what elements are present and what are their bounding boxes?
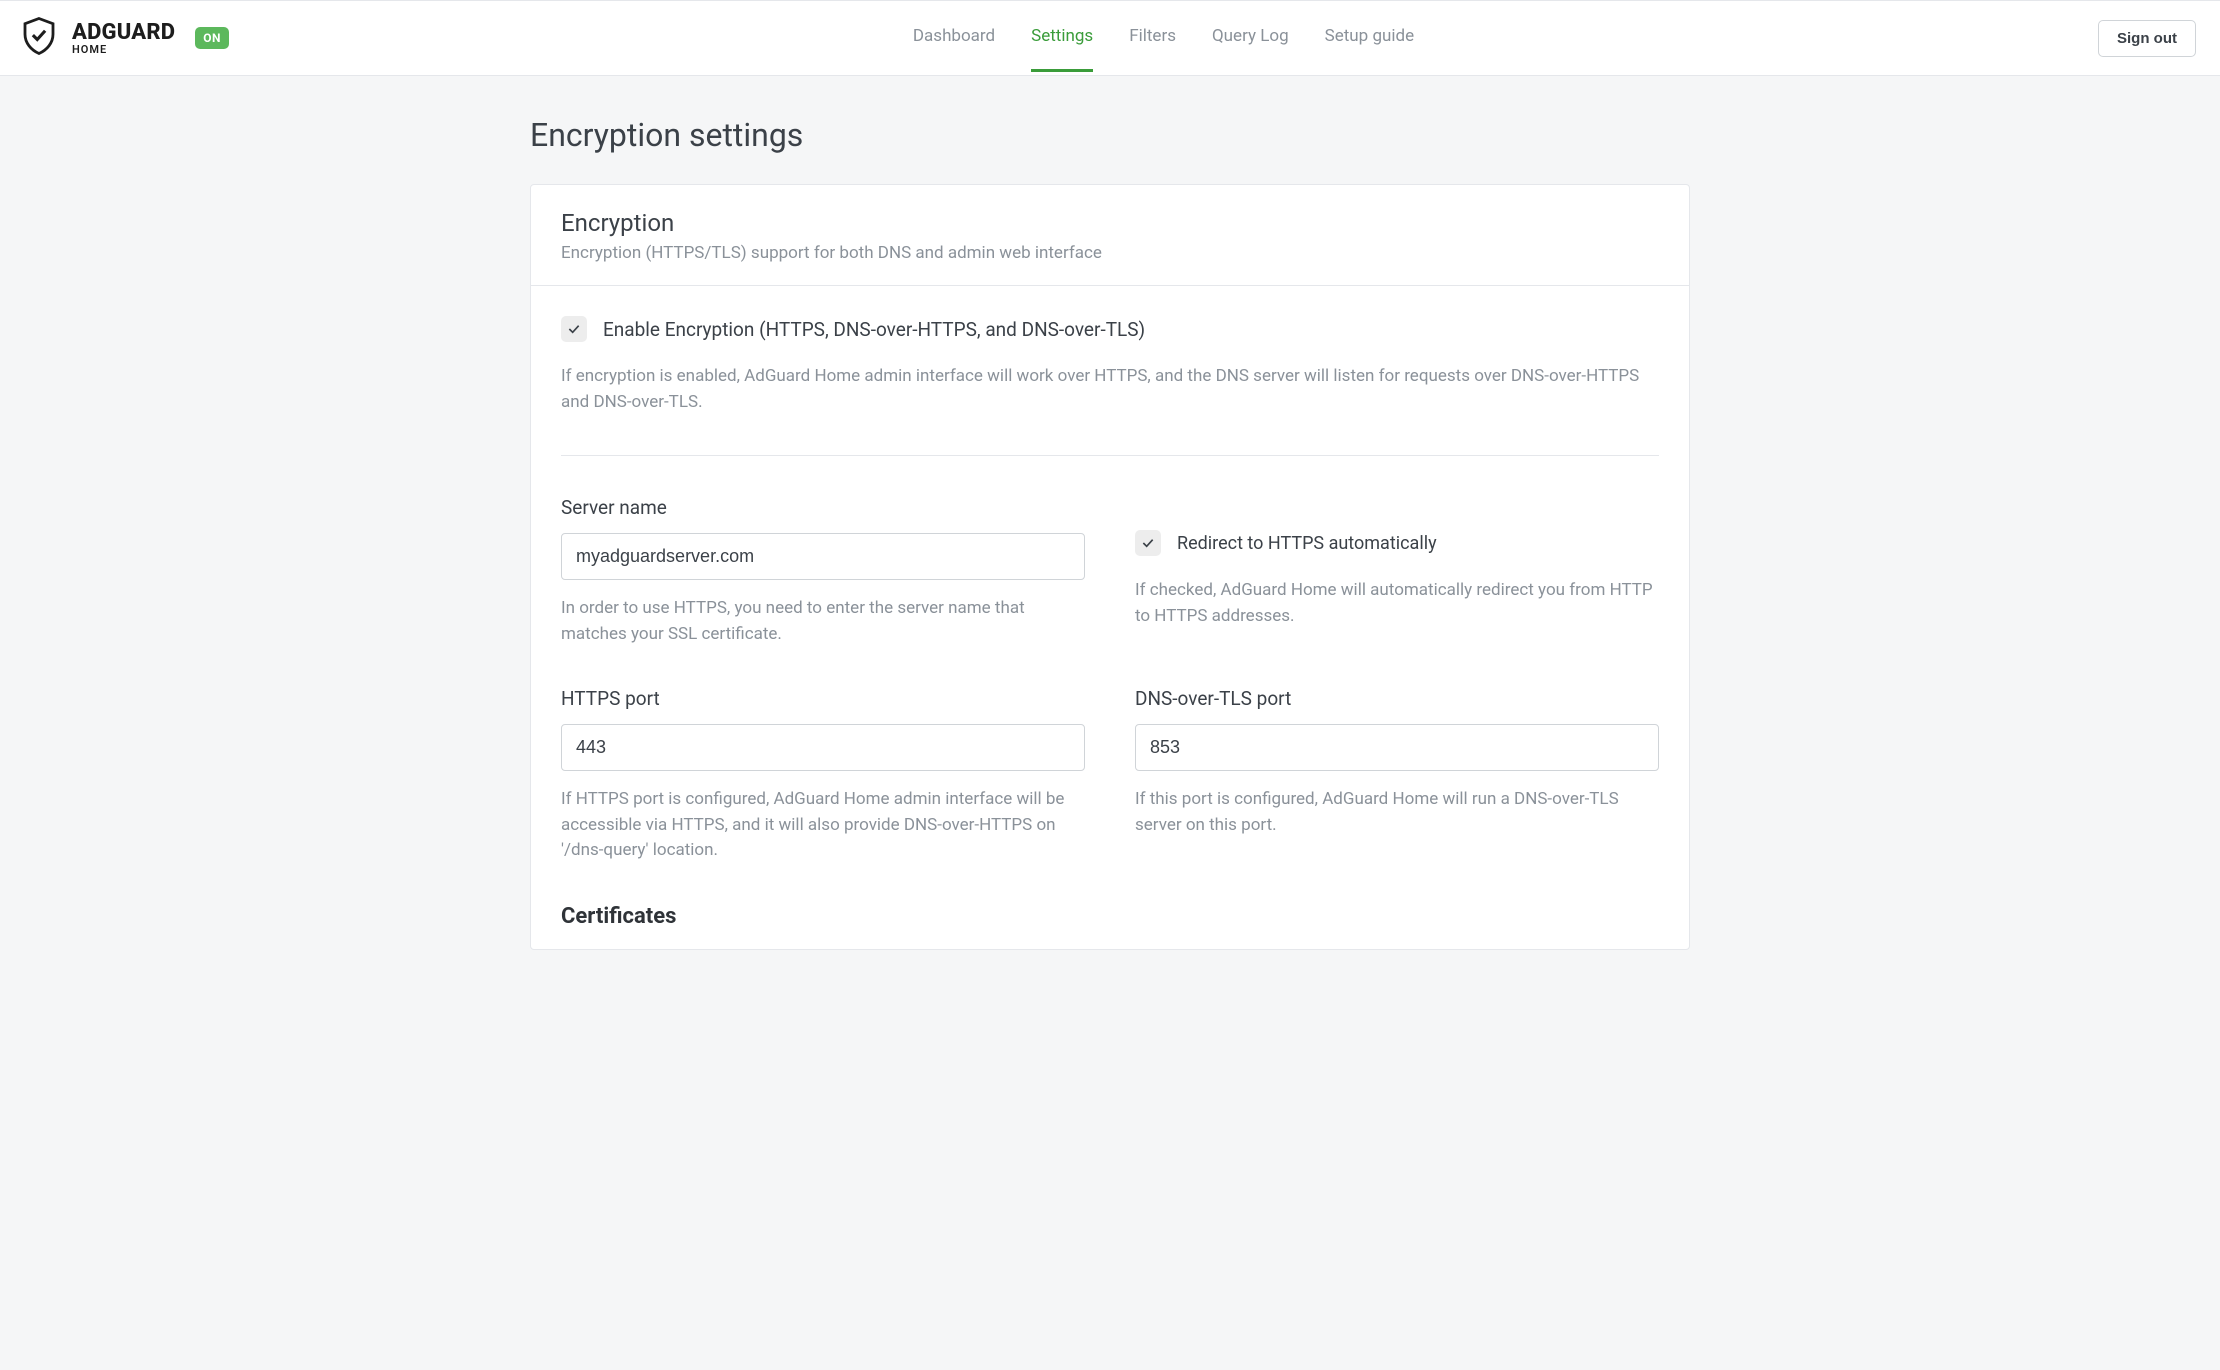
encryption-card: Encryption Encryption (HTTPS/TLS) suppor… xyxy=(530,184,1690,950)
redirect-https-help: If checked, AdGuard Home will automatica… xyxy=(1135,578,1659,629)
page-title: Encryption settings xyxy=(530,116,1690,154)
https-port-input[interactable] xyxy=(561,724,1085,771)
redirect-https-checkbox[interactable] xyxy=(1135,530,1161,556)
certificates-heading: Certificates xyxy=(561,904,1659,929)
nav-setupguide[interactable]: Setup guide xyxy=(1325,4,1414,72)
tls-port-help: If this port is configured, AdGuard Home… xyxy=(1135,787,1659,838)
brand-sub: HOME xyxy=(72,44,175,55)
server-name-label: Server name xyxy=(561,496,1085,519)
divider xyxy=(561,455,1659,456)
brand: ADGUARD HOME ON xyxy=(18,15,229,61)
https-port-help: If HTTPS port is configured, AdGuard Hom… xyxy=(561,787,1085,864)
nav-filters[interactable]: Filters xyxy=(1129,4,1176,72)
enable-encryption-help: If encryption is enabled, AdGuard Home a… xyxy=(561,364,1659,415)
nav-settings[interactable]: Settings xyxy=(1031,4,1093,72)
main-nav: Dashboard Settings Filters Query Log Set… xyxy=(229,4,2098,72)
tls-port-input[interactable] xyxy=(1135,724,1659,771)
shield-check-icon xyxy=(18,15,60,61)
enable-encryption-checkbox[interactable] xyxy=(561,316,587,342)
tls-port-label: DNS-over-TLS port xyxy=(1135,687,1659,710)
nav-dashboard[interactable]: Dashboard xyxy=(913,4,995,72)
status-badge: ON xyxy=(195,27,229,49)
brand-name: ADGUARD xyxy=(72,22,175,44)
topbar: ADGUARD HOME ON Dashboard Settings Filte… xyxy=(0,0,2220,76)
signout-button[interactable]: Sign out xyxy=(2098,20,2196,57)
redirect-https-label: Redirect to HTTPS automatically xyxy=(1177,533,1437,554)
card-title: Encryption xyxy=(561,209,1659,237)
nav-querylog[interactable]: Query Log xyxy=(1212,4,1289,72)
server-name-help: In order to use HTTPS, you need to enter… xyxy=(561,596,1085,647)
enable-encryption-label: Enable Encryption (HTTPS, DNS-over-HTTPS… xyxy=(603,318,1145,341)
server-name-input[interactable] xyxy=(561,533,1085,580)
card-subtitle: Encryption (HTTPS/TLS) support for both … xyxy=(561,243,1659,263)
https-port-label: HTTPS port xyxy=(561,687,1085,710)
card-header: Encryption Encryption (HTTPS/TLS) suppor… xyxy=(531,185,1689,286)
